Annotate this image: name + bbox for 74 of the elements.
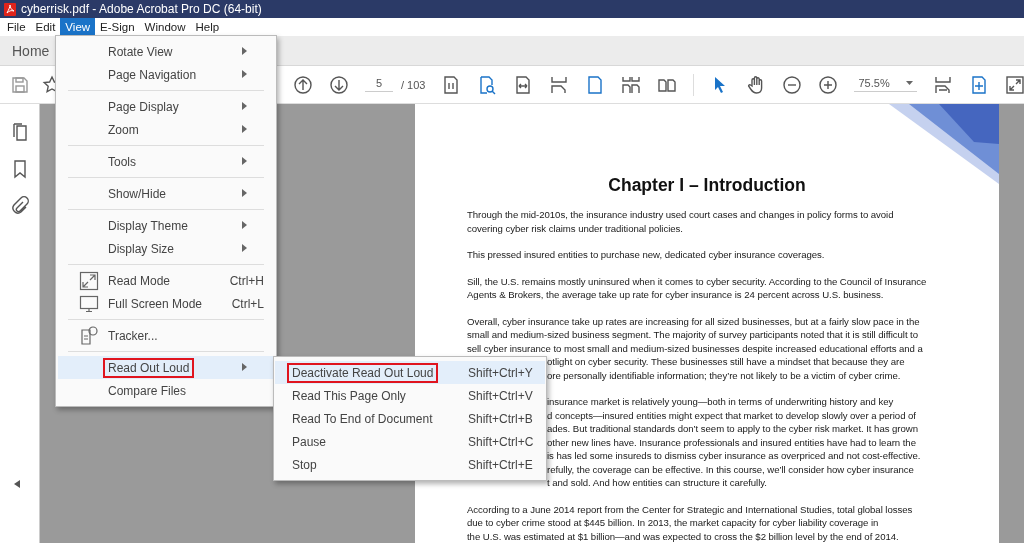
submenu-arrow-icon — [242, 125, 247, 133]
menu-item[interactable]: Tools — [58, 150, 274, 173]
expand-icon — [79, 271, 99, 291]
window-title: cyberrisk.pdf - Adobe Acrobat Pro DC (64-bit) — [21, 2, 262, 16]
menu-bar-item[interactable]: E-Sign — [95, 18, 140, 36]
submenu-arrow-icon — [242, 47, 247, 55]
text-line: other new lines have. Insurance professionals and insured entities have had to learn the — [547, 435, 916, 449]
chapter-heading: Chapter I – Introduction — [607, 174, 807, 196]
menu-item[interactable]: Stop Shift+Ctrl+E — [275, 453, 545, 476]
page-number-field[interactable]: 5 — [365, 77, 393, 92]
text-line: This pressed insured entities to purchase new, dedicated cyber insurance coverages. — [467, 248, 825, 262]
text-line: small and medium-sized business segment. The majority of survey participants noted that it is still difficult to — [467, 328, 919, 342]
text-line: According to a June 2014 report from the Center for Strategic and International Studies, total global losses — [467, 502, 913, 516]
paperclip-icon[interactable] — [9, 196, 30, 216]
text-line: otlight on cyber security. These businesses still have a mindset that because they are — [547, 355, 905, 369]
text-line: d concepts—insured entities might expect that market to develop slowly over a period of — [547, 408, 916, 422]
text-line: insurance market is relatively young—both in terms of underwriting history and key — [547, 395, 894, 409]
menu-item[interactable]: Display Theme — [58, 214, 274, 237]
caret-icon — [905, 81, 913, 85]
zoom-out-icon[interactable] — [782, 74, 803, 95]
menu-item[interactable]: Read Mode Ctrl+H — [58, 269, 274, 292]
menu-item[interactable]: Read Out Loud — [58, 356, 274, 379]
submenu-arrow-icon — [242, 189, 247, 197]
menu-bar-item[interactable]: Window — [139, 18, 191, 36]
submenu-arrow-icon — [242, 363, 247, 371]
menu-item[interactable]: Tracker... — [58, 324, 274, 347]
save-icon[interactable] — [10, 74, 30, 95]
pdf-icon — [4, 2, 16, 16]
menu-item[interactable]: Show/Hide — [58, 182, 274, 205]
search-document-icon[interactable] — [477, 74, 498, 95]
menu-item[interactable]: Full Screen Mode Ctrl+L — [58, 292, 274, 315]
menu-item[interactable]: Read This Page Only Shift+Ctrl+V — [275, 384, 545, 407]
submenu-arrow-icon — [242, 157, 247, 165]
text-line: covering cyber risk claims under traditional policies. — [467, 221, 683, 235]
text-line: the U.S. was estimated at $1 billion—and was expected to cross the $2 billion level by the end of 2014. — [467, 529, 899, 543]
page-total: / 103 — [401, 78, 426, 91]
menu-bar-item[interactable]: Help — [190, 18, 225, 36]
text-line: t and sold. And how entities can structure it carefully. — [547, 476, 767, 490]
text-line: Overall, cyber insurance take up rates are increasing for all sized businesses, but at a fairly slow pace in the — [467, 314, 920, 328]
text-line: Through the mid-2010s, the insurance industry used court cases and changes in policy forms to avoid — [467, 208, 894, 222]
menu-item[interactable]: Display Size — [58, 237, 274, 260]
text-line: ore personally identifiable information; they’re not likely to be a victim of cyber crime. — [547, 368, 901, 382]
fit-page-icon[interactable] — [932, 74, 953, 95]
submenu-arrow-icon — [242, 221, 247, 229]
menu-item[interactable]: Compare Files — [58, 379, 274, 402]
menu-item[interactable]: Page Display — [58, 95, 274, 118]
menu-item[interactable]: Page Navigation — [58, 63, 274, 86]
home-tab[interactable]: Home — [0, 42, 50, 59]
menu-item[interactable]: Read To End of Document Shift+Ctrl+B — [275, 407, 545, 430]
submenu-arrow-icon — [242, 70, 247, 78]
submenu-arrow-icon — [242, 244, 247, 252]
text-line: due to cyber crime stood at $445 billion. In 2013, the market capacity for cyber liability coverage in — [467, 516, 879, 530]
expand-icon[interactable] — [1004, 74, 1024, 95]
menu-bar-item[interactable]: View — [60, 18, 96, 36]
monitor-icon — [79, 294, 99, 314]
menu-item[interactable]: Deactivate Read Out Loud Shift+Ctrl+Y — [275, 361, 545, 384]
submenu-arrow-icon — [242, 102, 247, 110]
menu-bar-item[interactable]: Edit — [30, 18, 61, 36]
menu-item[interactable]: Rotate View — [58, 40, 274, 63]
text-line: Sill, the U.S. remains mostly uninsured when it comes to cyber security. According to the Council of Insurance — [467, 274, 927, 288]
scrolling-pages-icon[interactable] — [549, 74, 570, 95]
text-line: refully, the coverage can be effective. In this course, we’ll consider how cyber insurance — [547, 462, 914, 476]
multi-page-icon[interactable] — [621, 74, 642, 95]
text-line: ades. But traditional standards don’t seem to apply to the cyber risk market. It has grown — [547, 422, 918, 436]
text-line: sell cyber insurance to most small and medium-sized businesses despite increased educational efforts and a — [467, 341, 923, 355]
zoom-in-icon[interactable] — [818, 74, 839, 95]
menu-bar-item[interactable]: File — [2, 18, 31, 36]
document-bubble-icon — [79, 326, 99, 346]
text-line: is has led some insureds to dismiss cyber insurance as overpriced and not cost-effective. — [547, 449, 921, 463]
menu-item[interactable]: Pause Shift+Ctrl+C — [275, 430, 545, 453]
zoom-dropdown[interactable]: 75.5% — [854, 77, 917, 92]
collapse-arrow-icon[interactable] — [14, 480, 20, 488]
text-line: Agents & Brokers, the average take up rate for cyber insurance is 24 percent across U.S. business. — [467, 288, 884, 302]
menu-item[interactable]: Zoom — [58, 118, 274, 141]
